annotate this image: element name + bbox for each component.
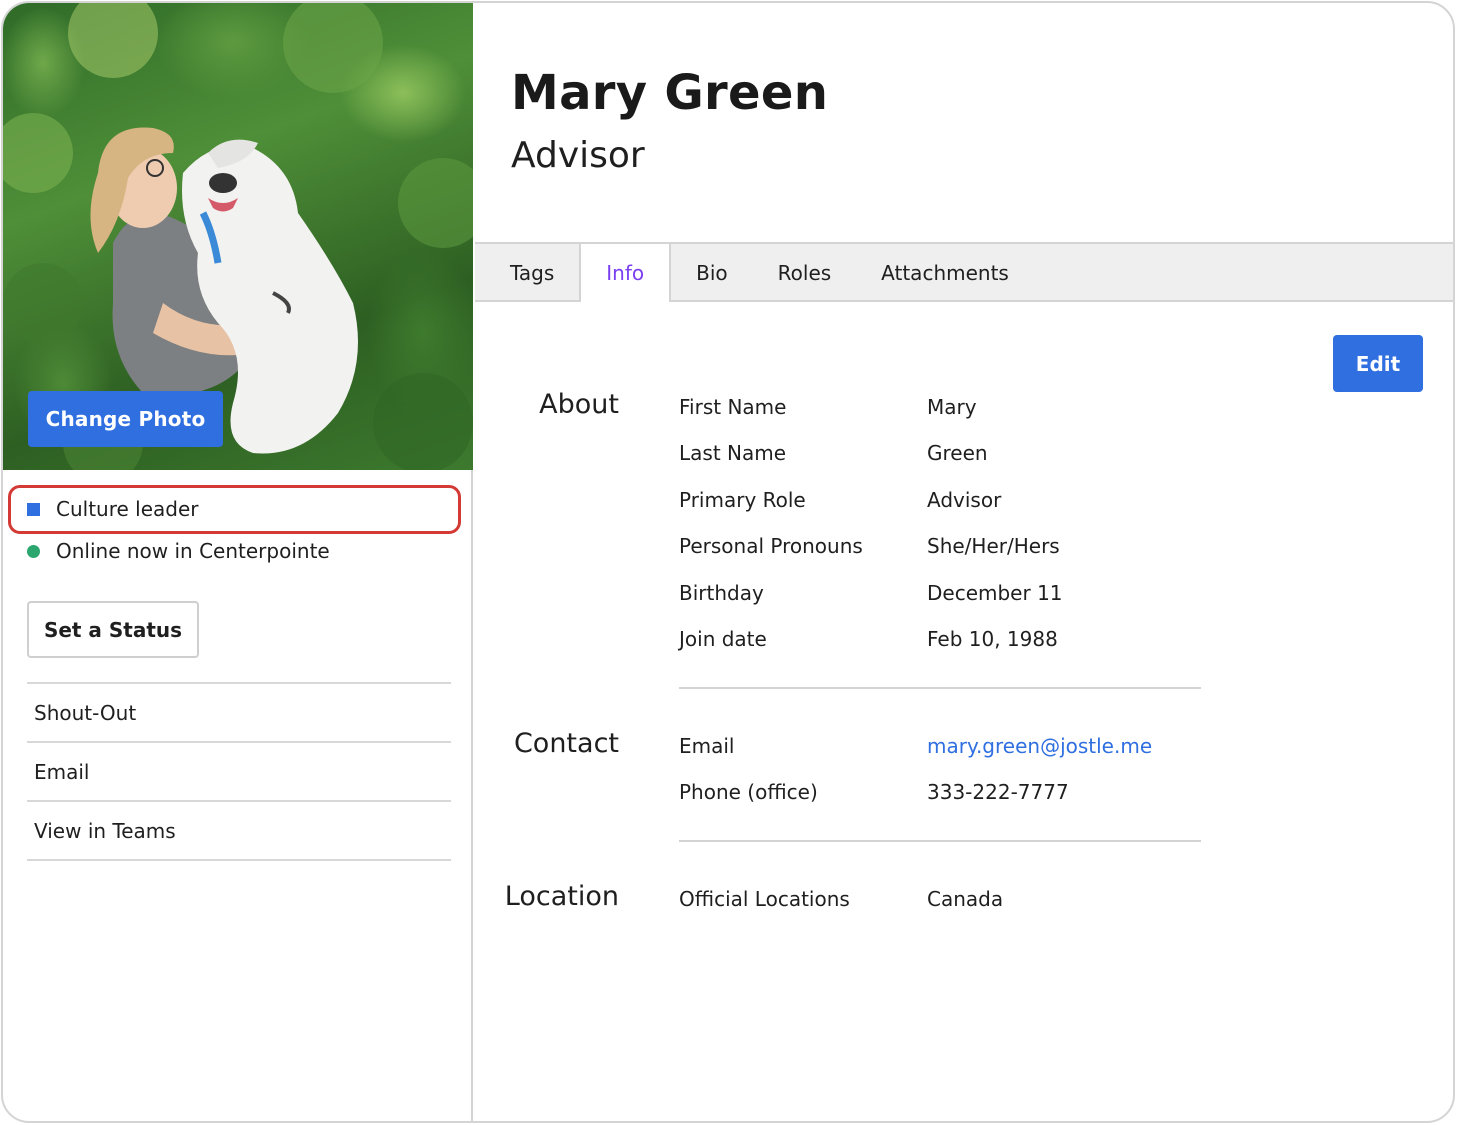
- about-separator: [679, 687, 1201, 689]
- set-status-button[interactable]: Set a Status: [27, 601, 199, 658]
- profile-card: Change Photo Culture leader Online now i…: [1, 1, 1455, 1123]
- culture-leader-badge: Culture leader: [27, 497, 199, 521]
- tab-roles[interactable]: Roles: [753, 244, 857, 302]
- field-value-last-name: Green: [927, 441, 988, 465]
- profile-sidebar: Change Photo Culture leader Online now i…: [3, 3, 473, 1121]
- field-value-official-locations: Canada: [927, 887, 1004, 911]
- contact-separator: [679, 840, 1201, 842]
- presence-label: Online now in Centerpointe: [56, 539, 330, 563]
- square-badge-icon: [27, 502, 40, 516]
- field-value-primary-role: Advisor: [927, 488, 1002, 512]
- profile-main: Mary Green Advisor Tags Info Bio Roles A…: [475, 3, 1453, 1121]
- change-photo-button[interactable]: Change Photo: [28, 391, 223, 447]
- field-label-pronouns: Personal Pronouns: [679, 534, 863, 558]
- badge-label: Culture leader: [56, 497, 199, 521]
- tab-bio[interactable]: Bio: [671, 244, 753, 302]
- field-label-last-name: Last Name: [679, 441, 787, 465]
- profile-tabs: Tags Info Bio Roles Attachments: [475, 242, 1453, 302]
- field-label-primary-role: Primary Role: [679, 488, 806, 512]
- field-label-email: Email: [679, 734, 735, 758]
- field-label-first-name: First Name: [679, 395, 787, 419]
- field-label-birthday: Birthday: [679, 581, 764, 605]
- field-label-official-locations: Official Locations: [679, 887, 850, 911]
- field-value-birthday: December 11: [927, 581, 1063, 605]
- field-value-first-name: Mary: [927, 395, 977, 419]
- action-shout-out[interactable]: Shout-Out: [27, 684, 451, 743]
- field-value-pronouns: She/Her/Hers: [927, 534, 1060, 558]
- profile-name: Mary Green: [511, 65, 829, 121]
- presence-status: Online now in Centerpointe: [27, 539, 330, 563]
- about-heading: About: [539, 389, 619, 420]
- field-label-phone: Phone (office): [679, 780, 818, 804]
- profile-actions-list: Shout-Out Email View in Teams: [27, 682, 451, 861]
- contact-heading: Contact: [513, 728, 619, 759]
- profile-title: Advisor: [511, 135, 645, 176]
- tab-tags[interactable]: Tags: [475, 244, 579, 302]
- tab-attachments[interactable]: Attachments: [856, 244, 1034, 302]
- email-link[interactable]: mary.green@jostle.me: [927, 734, 1152, 758]
- online-dot-icon: [27, 544, 40, 558]
- profile-photo: Change Photo: [3, 3, 473, 470]
- field-value-phone: 333-222-7777: [927, 780, 1069, 804]
- action-view-in-teams[interactable]: View in Teams: [27, 802, 451, 861]
- location-heading: Location: [504, 881, 619, 912]
- field-value-join-date: Feb 10, 1988: [927, 627, 1058, 651]
- tab-info[interactable]: Info: [579, 244, 672, 302]
- edit-button[interactable]: Edit: [1333, 335, 1423, 392]
- action-email[interactable]: Email: [27, 743, 451, 802]
- field-label-join-date: Join date: [679, 627, 767, 651]
